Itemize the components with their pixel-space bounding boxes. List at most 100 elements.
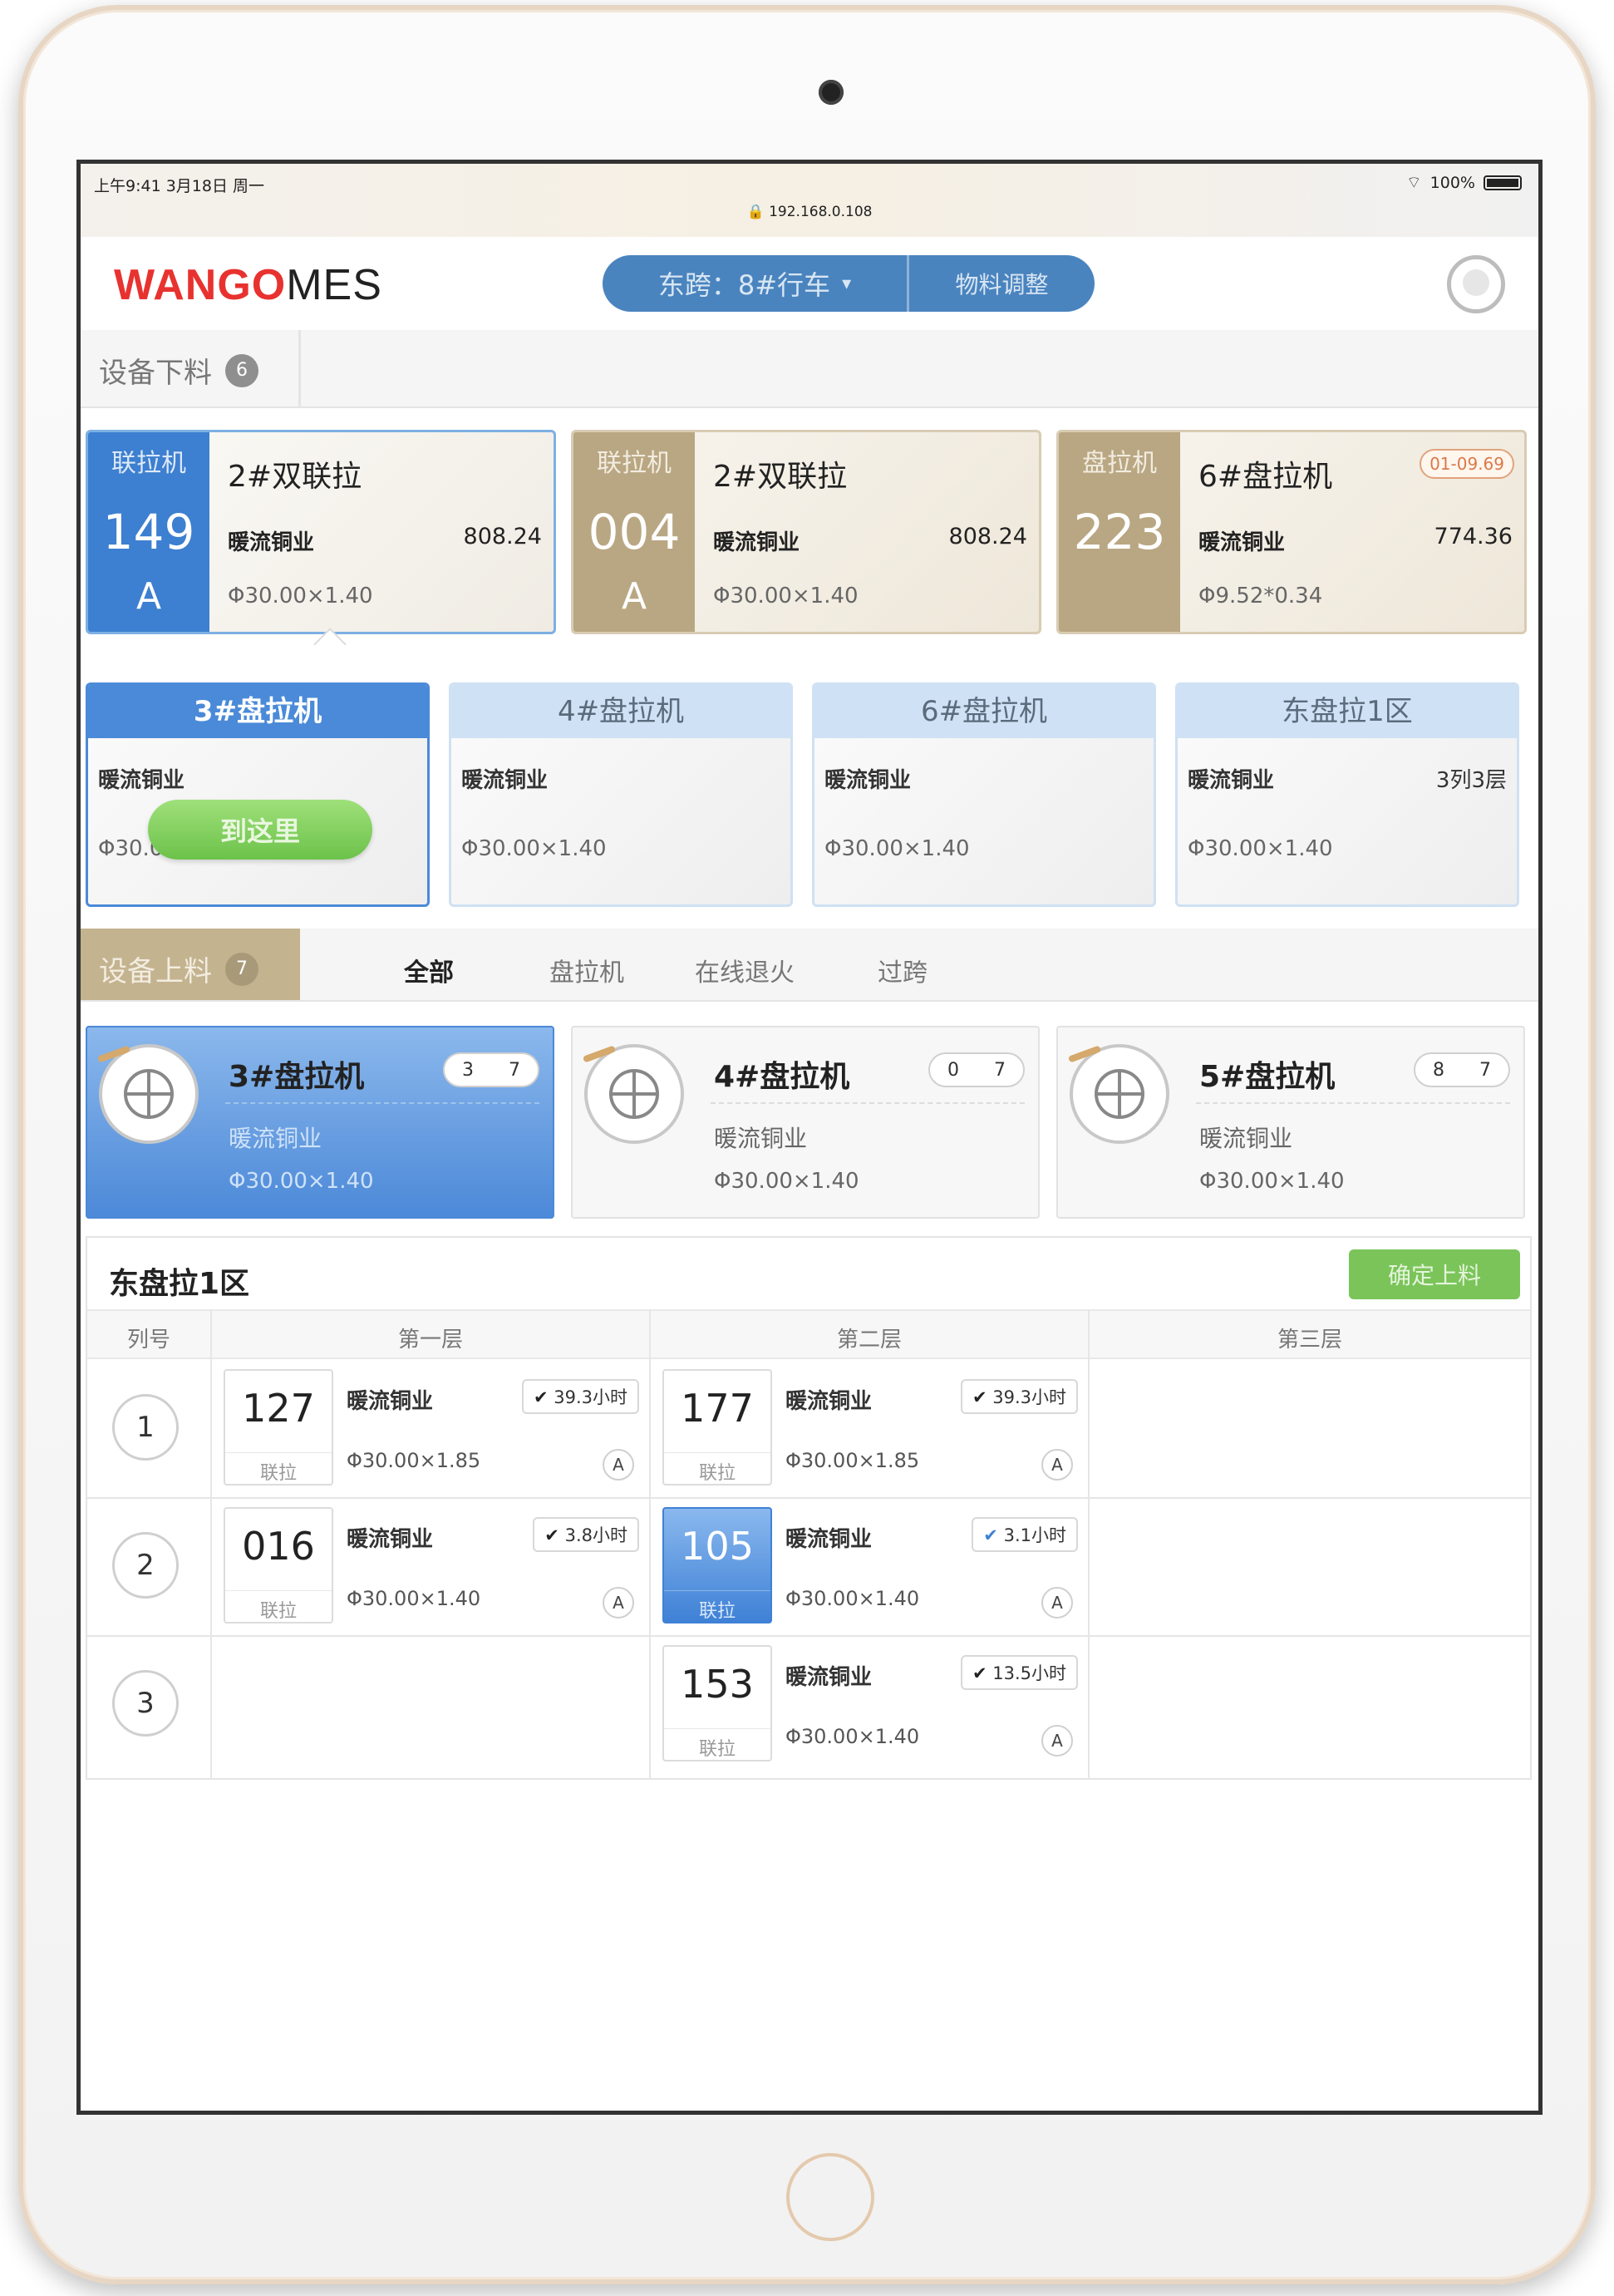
load-title-text: 设备上料 xyxy=(99,955,212,988)
check-icon: ✔ xyxy=(533,1387,549,1407)
address-bar-url[interactable]: 🔒 192.168.0.108 xyxy=(81,204,1538,220)
check-icon: ✔ xyxy=(983,1525,998,1545)
company-name: 暖流铜业 xyxy=(785,1665,873,1690)
coil-kind: 联拉 xyxy=(225,1590,332,1623)
company-name: 暖流铜业 xyxy=(1198,530,1286,555)
target-card[interactable]: 4#盘拉机 暖流铜业 Φ30.00×1.40 xyxy=(449,682,793,907)
rack-panel: 东盘拉1区 确定上料 列号 第一层 第二层 第三层 1 2 3 127 联拉 暖… xyxy=(86,1236,1532,1780)
company-name: 暖流铜业 xyxy=(461,768,549,793)
duration-text: 3.8小时 xyxy=(564,1525,627,1545)
unload-card-side: 盘拉机 223 xyxy=(1059,432,1180,632)
tab-cross-span[interactable]: 过跨 xyxy=(824,952,982,988)
coil-weight: 774.36 xyxy=(1434,524,1513,549)
col-header-row: 列号 xyxy=(126,1328,170,1352)
reel-icon xyxy=(96,1044,199,1144)
coil-code: 153 xyxy=(681,1662,754,1707)
load-tabs: 全部 盘拉机 在线退火 过跨 xyxy=(350,952,982,988)
coil-spec: Φ30.00×1.40 xyxy=(785,1587,920,1610)
company-name: 暖流铜业 xyxy=(98,768,185,793)
machine-name: 3#盘拉机 xyxy=(229,1060,365,1094)
load-title: 设备上料 7 xyxy=(99,948,258,989)
divider xyxy=(1088,1309,1090,1780)
load-machine-card[interactable]: 4#盘拉机 07 暖流铜业 Φ30.00×1.40 xyxy=(571,1026,1040,1219)
tab-online-annealing[interactable]: 在线退火 xyxy=(666,952,824,988)
material-adjust-button[interactable]: 物料调整 xyxy=(909,267,1095,300)
coil-code-box: 153 联拉 xyxy=(662,1645,772,1761)
col-header-layer2: 第二层 xyxy=(836,1328,902,1352)
count-current: 3 xyxy=(462,1059,474,1081)
battery-icon xyxy=(1484,175,1522,190)
divider xyxy=(298,330,301,406)
rack-header: 列号 第一层 第二层 第三层 xyxy=(87,1309,1530,1359)
row-number: 2 xyxy=(112,1532,179,1599)
load-machine-card[interactable]: 5#盘拉机 87 暖流铜业 Φ30.00×1.40 xyxy=(1056,1026,1525,1219)
machine-type: 联拉机 xyxy=(597,449,672,478)
home-button[interactable] xyxy=(786,2153,874,2241)
confirm-load-button[interactable]: 确定上料 xyxy=(1349,1249,1520,1299)
rack-title: 东盘拉1区 xyxy=(109,1267,250,1301)
coil-spec: Φ30.00×1.40 xyxy=(461,836,607,861)
unload-title: 设备下料 6 xyxy=(99,350,258,391)
company-name: 暖流铜业 xyxy=(785,1527,873,1552)
target-name: 3#盘拉机 xyxy=(88,685,427,738)
logo: WANGOMES xyxy=(114,261,382,309)
duration-text: 13.5小时 xyxy=(992,1663,1066,1683)
duration-badge: ✔ 3.8小时 xyxy=(533,1517,639,1552)
coil-spec: Φ30.00×1.40 xyxy=(785,1725,920,1748)
coil-kind: 联拉 xyxy=(664,1452,770,1485)
user-avatar-icon[interactable] xyxy=(1447,255,1505,313)
target-card[interactable]: 3#盘拉机 暖流铜业 Φ30.00×1.40 到这里 xyxy=(86,682,430,907)
coil-slot[interactable]: 177 联拉 暖流铜业 ✔ 39.3小时 Φ30.00×1.85 A xyxy=(662,1369,1086,1486)
company-name: 暖流铜业 xyxy=(1199,1125,1293,1152)
coil-kind: 联拉 xyxy=(664,1590,770,1623)
coil-weight: 808.24 xyxy=(463,524,542,549)
machine-name: 5#盘拉机 xyxy=(1199,1060,1336,1094)
company-name: 暖流铜业 xyxy=(347,1527,434,1552)
coil-slot[interactable]: 016 联拉 暖流铜业 ✔ 3.8小时 Φ30.00×1.40 A xyxy=(224,1507,647,1623)
reel-icon xyxy=(582,1044,684,1144)
wifi-icon: ⌔ xyxy=(1405,172,1422,192)
col-header-layer3: 第三层 xyxy=(1277,1328,1342,1352)
grade-badge: A xyxy=(603,1587,634,1619)
coil-spec: Φ30.00×1.85 xyxy=(785,1449,920,1472)
company-name: 暖流铜业 xyxy=(785,1389,873,1414)
location-select[interactable]: 东跨：8#行车 ▾ xyxy=(603,255,907,312)
battery-percent: 100% xyxy=(1429,173,1475,192)
go-here-button[interactable]: 到这里 xyxy=(148,800,372,860)
check-icon: ✔ xyxy=(972,1387,987,1407)
unload-card[interactable]: 联拉机 004 A 2#双联拉 暖流铜业 808.24 Φ30.00×1.40 xyxy=(571,430,1041,634)
location-switcher: 东跨：8#行车 ▾ 物料调整 xyxy=(603,255,1095,312)
coil-code: 016 xyxy=(242,1524,315,1569)
company-name: 暖流铜业 xyxy=(713,530,800,555)
coil-number: 004 xyxy=(588,504,681,560)
col-header-layer1: 第一层 xyxy=(397,1328,463,1352)
count-current: 8 xyxy=(1433,1059,1444,1081)
unload-card-side: 联拉机 004 A xyxy=(573,432,695,632)
company-name: 暖流铜业 xyxy=(824,768,912,793)
target-card[interactable]: 东盘拉1区 暖流铜业 3列3层 Φ30.00×1.40 xyxy=(1175,682,1519,907)
target-card[interactable]: 6#盘拉机 暖流铜业 Φ30.00×1.40 xyxy=(812,682,1156,907)
unload-section-bar: 设备下料 6 xyxy=(81,330,1538,408)
coil-spec: Φ30.00×1.40 xyxy=(824,836,970,861)
unload-card[interactable]: 联拉机 149 A 2#双联拉 暖流铜业 808.24 Φ30.00×1.40 xyxy=(86,430,556,634)
tab-all[interactable]: 全部 xyxy=(350,952,508,988)
grade-badge: A xyxy=(603,1449,634,1481)
tab-drawing-machine[interactable]: 盘拉机 xyxy=(508,952,666,988)
count-current: 0 xyxy=(947,1059,959,1081)
company-name: 暖流铜业 xyxy=(229,1125,322,1152)
load-machine-card[interactable]: 3#盘拉机 37 暖流铜业 Φ30.00×1.40 xyxy=(86,1026,554,1219)
coil-slot-selected[interactable]: 105 联拉 暖流铜业 ✔ 3.1小时 Φ30.00×1.40 A xyxy=(662,1507,1086,1623)
divider xyxy=(87,1635,1530,1637)
coil-code: 105 xyxy=(681,1524,754,1569)
app-header: WANGOMES 东跨：8#行车 ▾ 物料调整 xyxy=(81,237,1538,332)
grade-badge: A xyxy=(1041,1725,1073,1756)
grade-badge: A xyxy=(1041,1587,1073,1619)
coil-slot[interactable]: 127 联拉 暖流铜业 ✔ 39.3小时 Φ30.00×1.85 A xyxy=(224,1369,647,1486)
unload-card[interactable]: 盘拉机 223 6#盘拉机 01-09.69 暖流铜业 774.36 Φ9.52… xyxy=(1056,430,1527,634)
status-bar: 上午9:41 3月18日 周一 🔒 192.168.0.108 ⌔ 100% xyxy=(81,164,1538,237)
coil-slot[interactable]: 153 联拉 暖流铜业 ✔ 13.5小时 Φ30.00×1.40 A xyxy=(662,1645,1086,1761)
company-name: 暖流铜业 xyxy=(1188,768,1275,793)
count-total: 7 xyxy=(1479,1059,1491,1081)
machine-type: 联拉机 xyxy=(111,449,186,478)
counter-badge: 07 xyxy=(928,1052,1025,1087)
